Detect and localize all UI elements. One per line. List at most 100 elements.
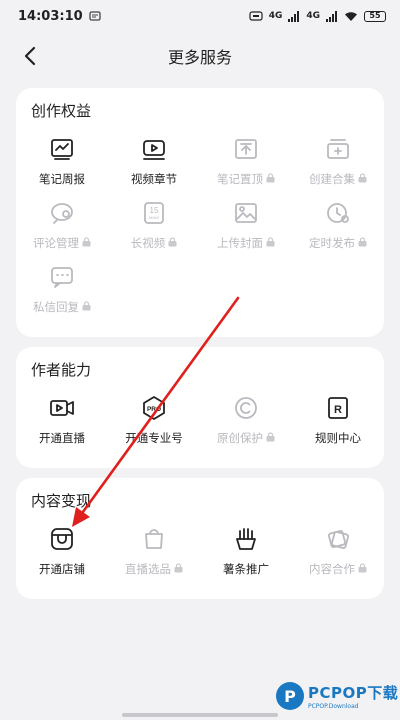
collection-icon <box>324 135 352 163</box>
service-item-row: 开通专业号 <box>125 430 183 446</box>
lock-icon <box>266 172 275 186</box>
wifi-call-icon <box>249 11 263 21</box>
pro-account-icon: PRO <box>140 394 168 422</box>
service-grid: 开通店铺 直播选品 薯条推广 内容合作 <box>16 525 384 589</box>
service-item-label: 薯条推广 <box>223 562 269 576</box>
service-item-row: 内容合作 <box>309 561 367 577</box>
service-item[interactable]: 原创保护 <box>200 394 292 458</box>
service-item[interactable]: 定时发布 <box>292 199 384 263</box>
long-video-icon: 15 MINS <box>140 199 168 227</box>
service-item-row: 原创保护 <box>217 430 275 446</box>
report-icon <box>48 135 76 163</box>
signal-label-a: 4G <box>268 11 283 21</box>
wifi-icon <box>345 11 357 21</box>
service-item-label: 笔记周报 <box>39 172 85 186</box>
lock-icon <box>358 172 367 186</box>
service-item[interactable]: PRO 开通专业号 <box>108 394 200 458</box>
live-stream-icon <box>48 394 76 422</box>
shopping-bag-icon <box>140 525 168 553</box>
signal-bars-icon-a <box>288 10 300 22</box>
service-item[interactable]: 开通直播 <box>16 394 108 458</box>
service-item[interactable]: 上传封面 <box>200 199 292 263</box>
section-card: 内容变现开通店铺 直播选品 薯条推广 内容合作 <box>16 478 384 599</box>
status-time: 14:03:10 <box>18 8 83 24</box>
message-reply-icon <box>48 263 76 291</box>
service-item-label: 私信回复 <box>33 300 79 314</box>
service-item-row: 私信回复 <box>33 299 91 315</box>
svg-text:PRO: PRO <box>147 406 161 413</box>
fries-promo-icon <box>232 525 260 553</box>
notification-icon <box>89 11 101 21</box>
service-item-label: 原创保护 <box>217 431 263 445</box>
service-item[interactable]: 评论管理 <box>16 199 108 263</box>
service-item-row: 开通直播 <box>39 430 85 446</box>
service-item[interactable]: 私信回复 <box>16 263 108 327</box>
section-title: 创作权益 <box>31 102 92 120</box>
cover-upload-icon <box>232 199 260 227</box>
service-item-label: 内容合作 <box>309 562 355 576</box>
scheduled-publish-icon <box>324 199 352 227</box>
svg-text:R: R <box>334 404 342 416</box>
lock-icon <box>358 236 367 250</box>
battery-icon: 55 <box>364 10 386 22</box>
service-item[interactable]: 创建合集 <box>292 135 384 199</box>
service-item-row: 上传封面 <box>217 235 275 251</box>
service-item[interactable]: 薯条推广 <box>200 525 292 589</box>
service-item-row: 评论管理 <box>33 235 91 251</box>
copyright-icon <box>232 394 260 422</box>
section-title: 内容变现 <box>31 492 92 510</box>
svg-text:15: 15 <box>150 206 159 215</box>
video-chapter-icon <box>140 135 168 163</box>
service-item-row: 视频章节 <box>131 171 177 187</box>
section-title: 作者能力 <box>31 361 92 379</box>
service-item-label: 定时发布 <box>309 236 355 250</box>
section-card: 作者能力开通直播 PRO 开通专业号 原创保护 R 规则中心 <box>16 347 384 468</box>
service-item-label: 直播选品 <box>125 562 171 576</box>
battery-level: 55 <box>369 10 381 20</box>
watermark-text: PCPOP下载 <box>308 684 399 702</box>
home-indicator[interactable] <box>122 713 278 717</box>
service-item[interactable]: R 规则中心 <box>292 394 384 458</box>
section-card: 创作权益笔记周报 视频章节 笔记置顶 创建合集评论管理 15 MINS 长视频 上传封面 定时发… <box>16 88 384 337</box>
service-item[interactable]: 笔记周报 <box>16 135 108 199</box>
service-item[interactable]: 视频章节 <box>108 135 200 199</box>
lock-icon <box>266 431 275 445</box>
service-item-label: 开通店铺 <box>39 562 85 576</box>
service-item-label: 规则中心 <box>315 431 361 445</box>
cooperation-icon <box>324 525 352 553</box>
service-item-row: 直播选品 <box>125 561 183 577</box>
service-item-label: 视频章节 <box>131 172 177 186</box>
service-item-row: 笔记置顶 <box>217 171 275 187</box>
service-item[interactable]: 内容合作 <box>292 525 384 589</box>
lock-icon <box>82 300 91 314</box>
service-item-row: 开通店铺 <box>39 561 85 577</box>
service-item[interactable]: 直播选品 <box>108 525 200 589</box>
service-item-row: 长视频 <box>131 235 178 251</box>
back-button[interactable] <box>16 42 44 70</box>
service-item-row: 规则中心 <box>315 430 361 446</box>
signal-bars-icon-b <box>326 10 337 22</box>
service-item-label: 评论管理 <box>33 236 79 250</box>
service-item[interactable]: 笔记置顶 <box>200 135 292 199</box>
service-item-label: 上传封面 <box>217 236 263 250</box>
service-item-label: 长视频 <box>130 236 166 250</box>
signal-label-b: 4G <box>306 11 320 21</box>
service-item-label: 开通直播 <box>39 431 85 445</box>
lock-icon <box>266 236 275 250</box>
watermark: P PCPOP下载 PCPOP.Download <box>276 682 398 710</box>
page-title: 更多服务 <box>167 48 232 67</box>
status-bar: 14:03:10 4G 4G 55 <box>0 0 400 32</box>
service-item-row: 笔记周报 <box>39 171 85 187</box>
watermark-logo: P <box>276 682 304 710</box>
service-item[interactable]: 开通店铺 <box>16 525 108 589</box>
service-item-row: 创建合集 <box>309 171 367 187</box>
lock-icon <box>168 236 177 250</box>
service-item-label: 笔记置顶 <box>217 172 263 186</box>
services-list: 创作权益笔记周报 视频章节 笔记置顶 创建合集评论管理 15 MINS 长视频 上传封面 定时发… <box>0 88 400 599</box>
pin-top-icon <box>232 135 260 163</box>
nav-bar: 更多服务 <box>0 32 400 80</box>
service-item[interactable]: 15 MINS 长视频 <box>108 199 200 263</box>
lock-icon <box>82 236 91 250</box>
service-item-row: 薯条推广 <box>223 561 269 577</box>
chevron-left-icon <box>24 46 36 66</box>
